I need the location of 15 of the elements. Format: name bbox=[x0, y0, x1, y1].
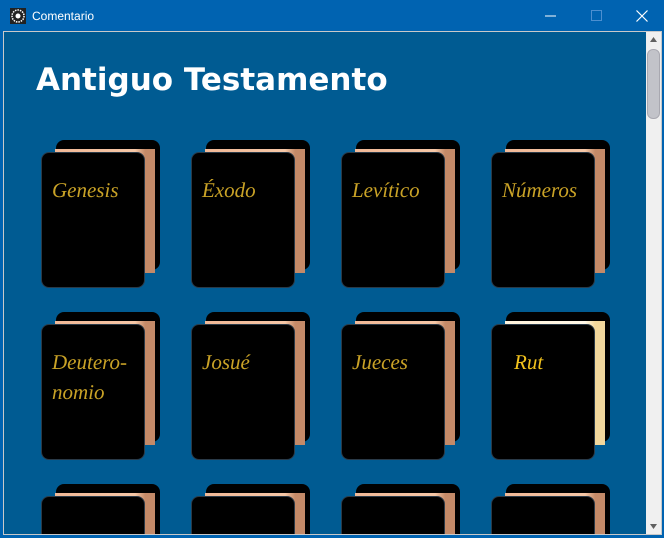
book-title: Números bbox=[502, 177, 578, 204]
scroll-thumb[interactable] bbox=[647, 49, 660, 119]
book-title: Levítico bbox=[352, 177, 421, 204]
book-title: Josué bbox=[202, 349, 252, 376]
book-title: Deutero-nomio bbox=[52, 349, 128, 406]
maximize-icon bbox=[591, 10, 602, 21]
scrollbar[interactable] bbox=[646, 32, 661, 534]
book-title: Jueces bbox=[352, 349, 409, 376]
window-title: Comentario bbox=[32, 8, 94, 22]
book-title: Genesis bbox=[52, 177, 120, 204]
close-icon[interactable] bbox=[636, 10, 648, 22]
app-icon bbox=[10, 8, 26, 24]
page-heading: Antiguo Testamento bbox=[36, 61, 389, 100]
book-title: Rut bbox=[514, 349, 544, 376]
book-title: Éxodo bbox=[202, 177, 257, 204]
